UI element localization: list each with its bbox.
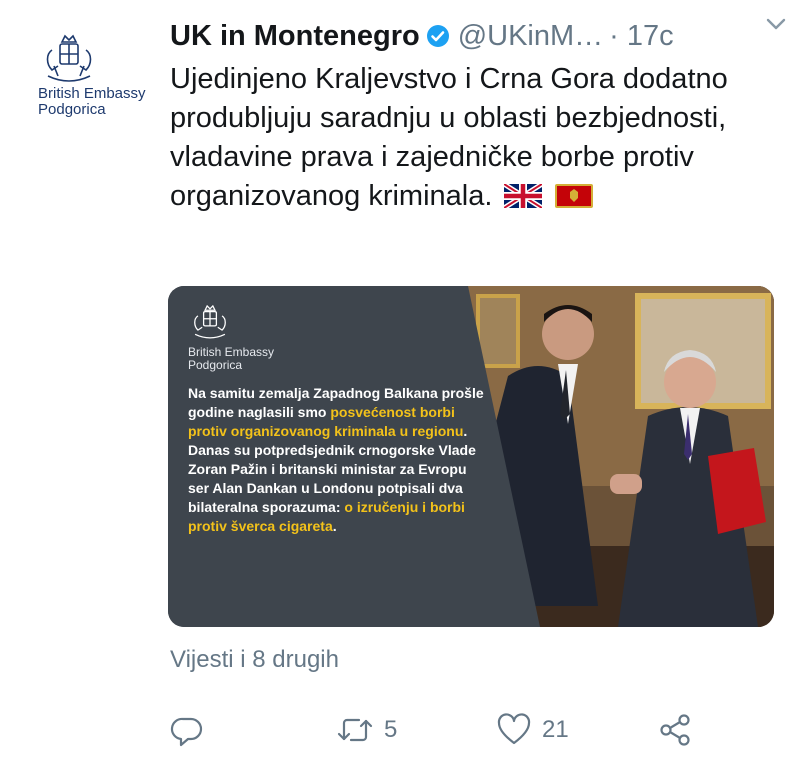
tweet-media-image[interactable]: British Embassy Podgorica Na samitu zema… bbox=[168, 286, 774, 627]
account-name[interactable]: UK in Montenegro bbox=[170, 20, 420, 53]
montenegro-flag-icon bbox=[554, 184, 593, 208]
verified-badge-icon bbox=[426, 25, 449, 47]
royal-crest-icon bbox=[46, 34, 92, 82]
like-count: 21 bbox=[542, 716, 569, 743]
account-handle[interactable]: @UKinM… bbox=[458, 20, 603, 53]
share-button[interactable] bbox=[658, 708, 694, 752]
tweet-timestamp[interactable]: · 17c bbox=[609, 20, 673, 53]
retweet-icon bbox=[337, 718, 373, 742]
reply-button[interactable] bbox=[170, 708, 214, 752]
topics-link[interactable]: Vijesti i 8 drugih bbox=[170, 646, 339, 674]
retweet-count: 5 bbox=[384, 716, 398, 743]
tweet-header: UK in Montenegro @UKinM… · 17c bbox=[170, 14, 790, 58]
account-avatar[interactable]: British Embassy Podgorica bbox=[30, 32, 150, 122]
media-body-text: Na samitu zemalja Zapadnog Balkana prošl… bbox=[188, 385, 484, 534]
chevron-down-icon[interactable] bbox=[762, 10, 790, 38]
tweet-text-body: Ujedinjeno Kraljevstvo i Crna Gora dodat… bbox=[170, 63, 728, 212]
tweet-actions: 5 21 bbox=[170, 708, 770, 752]
heart-icon bbox=[497, 713, 531, 745]
media-embassy-caption: British Embassy Podgorica bbox=[188, 345, 275, 372]
royal-crest-icon bbox=[194, 304, 226, 339]
retweet-button[interactable]: 5 bbox=[336, 708, 397, 752]
uk-flag-icon bbox=[504, 184, 543, 208]
share-icon bbox=[660, 714, 690, 746]
tweet-text: Ujedinjeno Kraljevstvo i Crna Gora dodat… bbox=[170, 60, 770, 216]
avatar-caption: British Embassy Podgorica bbox=[38, 85, 146, 118]
like-button[interactable]: 21 bbox=[496, 708, 569, 752]
reply-icon bbox=[170, 717, 203, 747]
